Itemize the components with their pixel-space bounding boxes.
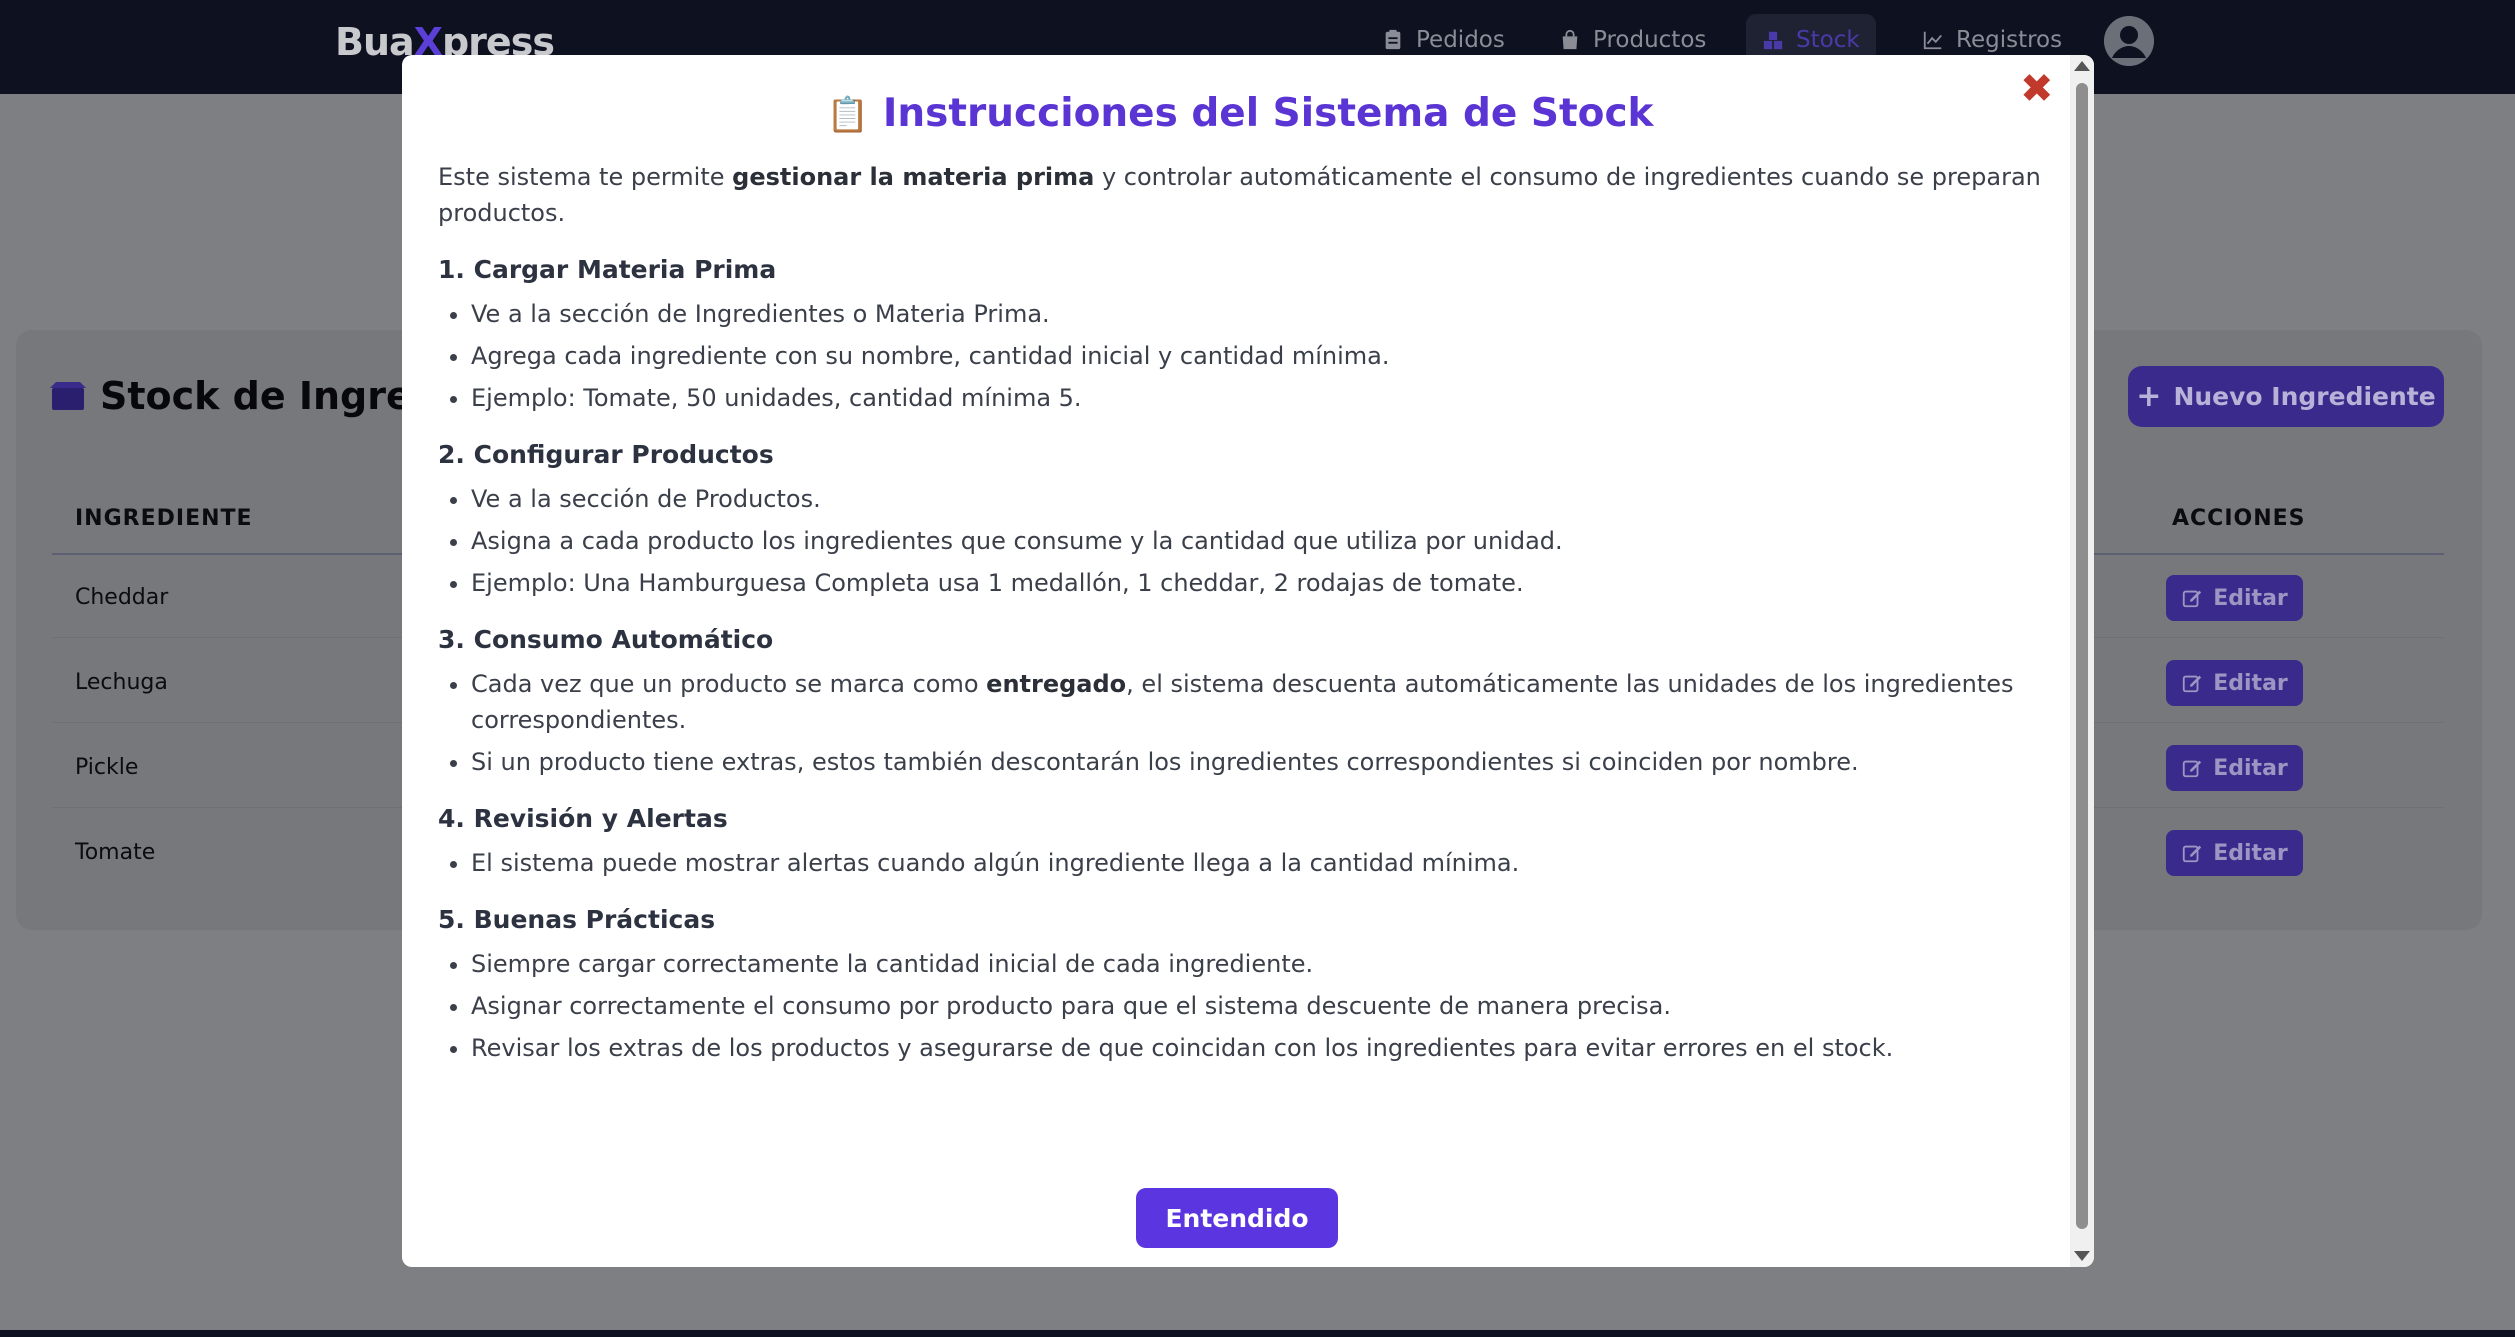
section-title-4: 4. Revisión y Alertas	[438, 804, 728, 833]
intro-bold: gestionar la materia prima	[732, 163, 1095, 191]
edit-button[interactable]: Editar	[2166, 575, 2303, 621]
intro-text: Este sistema te permite	[438, 163, 733, 191]
shopping-bag-icon	[1562, 29, 1578, 50]
scroll-up-icon[interactable]	[2074, 61, 2090, 71]
modal-title-text: Instrucciones del Sistema de Stock	[882, 91, 1654, 136]
edit-label: Editar	[2213, 840, 2288, 866]
list-item: Si un producto tiene extras, estos tambi…	[471, 744, 2058, 780]
stock-title: Stock de Ingred	[50, 374, 439, 418]
edit-icon	[2183, 845, 2202, 863]
section-title-5: 5. Buenas Prácticas	[438, 905, 716, 934]
list-item: Ve a la sección de Productos.	[471, 481, 2058, 517]
list-item: Ejemplo: Una Hamburguesa Completa usa 1 …	[471, 565, 2058, 601]
edit-button[interactable]: Editar	[2166, 745, 2303, 791]
instructions-modal: ✖ 📋 Instrucciones del Sistema de Stock Es…	[402, 55, 2094, 1267]
list-item: Asigna a cada producto los ingredientes …	[471, 523, 2058, 559]
section-list-1: Ve a la sección de Ingredientes o Materi…	[438, 296, 2058, 416]
new-ingredient-button[interactable]: + Nuevo Ingrediente	[2128, 366, 2444, 427]
nav-label-registros: Registros	[1956, 27, 2063, 53]
edit-icon	[2183, 675, 2202, 693]
clipboard-icon	[1385, 29, 1401, 50]
list-item: Ejemplo: Tomate, 50 unidades, cantidad m…	[471, 380, 2058, 416]
list-item: Cada vez que un producto se marca como e…	[471, 666, 2058, 738]
new-ingredient-label: Nuevo Ingrediente	[2173, 382, 2436, 411]
edit-label: Editar	[2213, 755, 2288, 781]
list-bold: entregado	[986, 670, 1127, 698]
nav-label-productos: Productos	[1593, 27, 1707, 53]
plus-icon: +	[2136, 379, 2162, 414]
edit-label: Editar	[2213, 585, 2288, 611]
table-row-name: Pickle	[75, 755, 139, 780]
modal-title: 📋 Instrucciones del Sistema de Stock	[402, 91, 2078, 136]
list-item: El sistema puede mostrar alertas cuando …	[471, 845, 2058, 881]
logo-prefix: Bua	[335, 20, 415, 64]
section-list-3: Cada vez que un producto se marca como e…	[438, 666, 2058, 780]
section-title-3: 3. Consumo Automático	[438, 625, 774, 654]
section-list-5: Siempre cargar correctamente la cantidad…	[438, 946, 2058, 1066]
list-item: Revisar los extras de los productos y as…	[471, 1030, 2058, 1066]
edit-button[interactable]: Editar	[2166, 830, 2303, 876]
list-text: Cada vez que un producto se marca como	[471, 670, 987, 698]
modal-scrollbar[interactable]	[2070, 55, 2094, 1267]
table-row-name: Cheddar	[75, 585, 169, 610]
footer-strip	[0, 1330, 2515, 1337]
clipboard-icon: 📋	[826, 95, 869, 135]
column-header-acciones: ACCIONES	[2172, 506, 2306, 531]
section-list-2: Ve a la sección de Productos. Asigna a c…	[438, 481, 2058, 601]
stock-title-text: Stock de Ingred	[100, 374, 439, 418]
scroll-down-icon[interactable]	[2074, 1251, 2090, 1261]
scroll-thumb[interactable]	[2076, 83, 2088, 1229]
modal-body: Este sistema te permite gestionar la mat…	[438, 159, 2058, 1072]
intro-paragraph: Este sistema te permite gestionar la mat…	[438, 159, 2058, 231]
list-item: Asignar correctamente el consumo por pro…	[471, 988, 2058, 1024]
section-title-1: 1. Cargar Materia Prima	[438, 255, 777, 284]
edit-button[interactable]: Editar	[2166, 660, 2303, 706]
column-header-ingrediente: INGREDIENTE	[75, 506, 253, 531]
edit-label: Editar	[2213, 670, 2288, 696]
edit-icon	[2183, 590, 2202, 608]
table-row-name: Lechuga	[75, 670, 168, 695]
edit-icon	[2183, 760, 2202, 778]
list-item: Ve a la sección de Ingredientes o Materi…	[471, 296, 2058, 332]
list-item: Siempre cargar correctamente la cantidad…	[471, 946, 2058, 982]
section-title-2: 2. Configurar Productos	[438, 440, 774, 469]
nav-label-stock: Stock	[1796, 27, 1860, 53]
understood-button[interactable]: Entendido	[1136, 1188, 1338, 1248]
section-list-4: El sistema puede mostrar alertas cuando …	[438, 845, 2058, 881]
user-circle-icon[interactable]	[2104, 16, 2154, 66]
chart-line-icon	[1923, 31, 1942, 50]
table-row-name: Tomate	[75, 840, 156, 865]
boxes-icon	[50, 382, 86, 410]
list-item: Agrega cada ingrediente con su nombre, c…	[471, 338, 2058, 374]
boxes-icon	[1763, 31, 1783, 50]
nav-label-pedidos: Pedidos	[1416, 27, 1505, 53]
